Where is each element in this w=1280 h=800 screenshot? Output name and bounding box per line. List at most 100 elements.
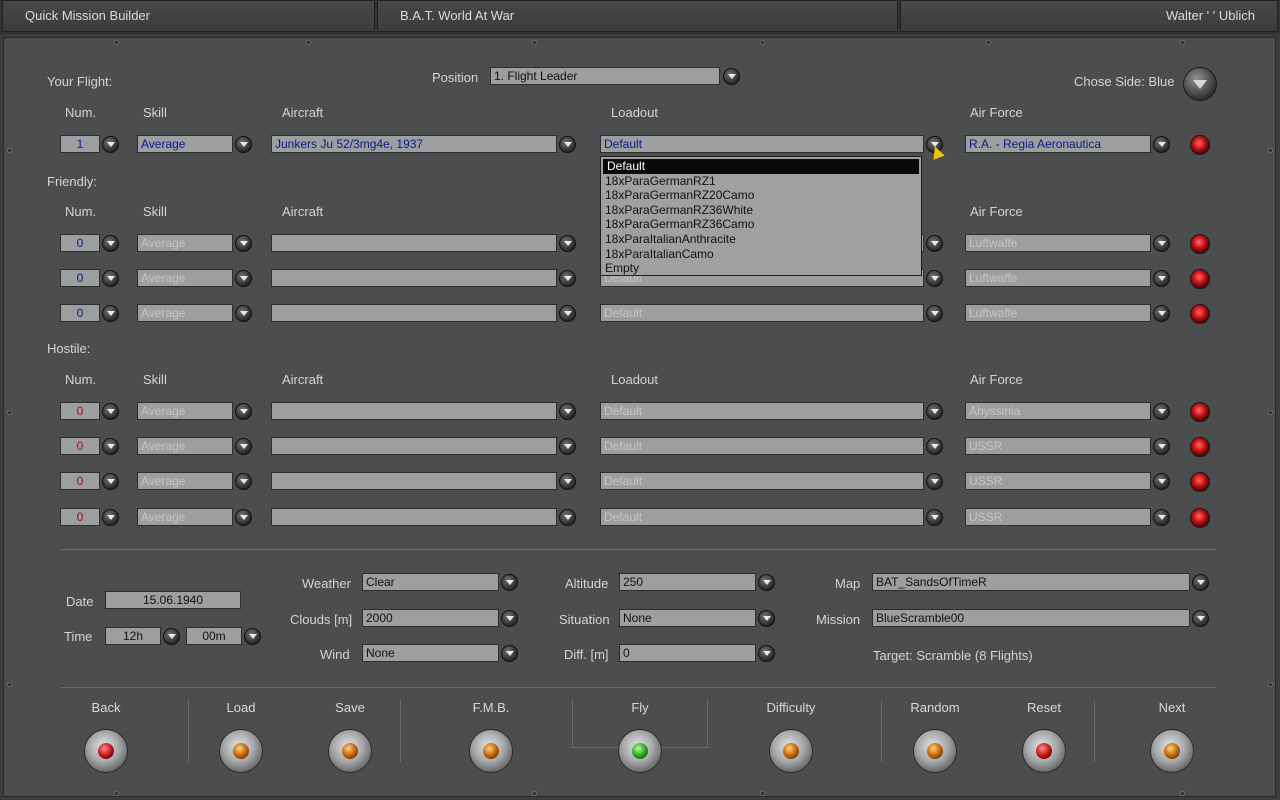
friendly-aircraft-field[interactable] xyxy=(271,234,557,252)
friendly-skill-field[interactable]: Average xyxy=(137,269,233,287)
hostile-num-field[interactable]: 0 xyxy=(60,437,100,455)
flight-num-dropdown-icon[interactable] xyxy=(102,136,119,153)
time-minute-field[interactable]: 00m xyxy=(186,627,242,645)
friendly-toggle-button[interactable] xyxy=(1190,269,1210,289)
loadout-option[interactable]: Empty xyxy=(601,261,921,276)
loadout-option[interactable]: 18xParaGermanRZ36Camo xyxy=(601,217,921,232)
loadout-option[interactable]: 18xParaGermanRZ20Camo xyxy=(601,188,921,203)
next-button[interactable] xyxy=(1150,729,1194,773)
hostile-toggle-button[interactable] xyxy=(1190,508,1210,528)
hostile-toggle-button[interactable] xyxy=(1190,402,1210,422)
difficulty-button[interactable] xyxy=(769,729,813,773)
weather-field[interactable]: Clear xyxy=(362,573,499,591)
flight-airforce-dropdown-icon[interactable] xyxy=(1153,136,1170,153)
friendly-skill-field[interactable]: Average xyxy=(137,234,233,252)
flight-skill-field[interactable]: Average xyxy=(137,135,233,153)
hostile-aircraft-field[interactable] xyxy=(271,437,557,455)
friendly-aircraft-dropdown-icon[interactable] xyxy=(559,305,576,322)
hostile-loadout-dropdown-icon[interactable] xyxy=(926,438,943,455)
hostile-toggle-button[interactable] xyxy=(1190,437,1210,457)
hostile-aircraft-dropdown-icon[interactable] xyxy=(559,509,576,526)
hostile-aircraft-field[interactable] xyxy=(271,508,557,526)
map-field[interactable]: BAT_SandsOfTimeR xyxy=(872,573,1190,591)
hostile-num-field[interactable]: 0 xyxy=(60,402,100,420)
hostile-skill-dropdown-icon[interactable] xyxy=(235,438,252,455)
save-button[interactable] xyxy=(328,729,372,773)
clouds-field[interactable]: 2000 xyxy=(362,609,499,627)
clouds-dropdown-icon[interactable] xyxy=(501,610,518,627)
hostile-airforce-field[interactable]: USSR xyxy=(965,508,1151,526)
hostile-loadout-field[interactable]: Default xyxy=(600,402,924,420)
diff-field[interactable]: 0 xyxy=(619,644,756,662)
wind-field[interactable]: None xyxy=(362,644,499,662)
hostile-skill-dropdown-icon[interactable] xyxy=(235,473,252,490)
position-dropdown-icon[interactable] xyxy=(723,68,740,85)
flight-airforce-field[interactable]: R.A. - Regia Aeronautica xyxy=(965,135,1151,153)
friendly-airforce-field[interactable]: Luftwaffe xyxy=(965,234,1151,252)
hostile-loadout-field[interactable]: Default xyxy=(600,472,924,490)
altitude-dropdown-icon[interactable] xyxy=(758,574,775,591)
choose-side-button[interactable] xyxy=(1183,67,1217,101)
friendly-loadout-field[interactable]: Default xyxy=(600,304,924,322)
flight-loadout-field[interactable]: Default xyxy=(600,135,924,153)
map-dropdown-icon[interactable] xyxy=(1192,574,1209,591)
flight-aircraft-dropdown-icon[interactable] xyxy=(559,136,576,153)
friendly-loadout-dropdown-icon[interactable] xyxy=(926,235,943,252)
hostile-airforce-field[interactable]: USSR xyxy=(965,437,1151,455)
hostile-aircraft-dropdown-icon[interactable] xyxy=(559,403,576,420)
friendly-aircraft-field[interactable] xyxy=(271,304,557,322)
hostile-skill-dropdown-icon[interactable] xyxy=(235,403,252,420)
random-button[interactable] xyxy=(913,729,957,773)
friendly-airforce-dropdown-icon[interactable] xyxy=(1153,270,1170,287)
load-button[interactable] xyxy=(219,729,263,773)
loadout-dropdown-list[interactable]: Default 18xParaGermanRZ1 18xParaGermanRZ… xyxy=(600,156,922,276)
hostile-airforce-dropdown-icon[interactable] xyxy=(1153,473,1170,490)
flight-toggle-button[interactable] xyxy=(1190,135,1210,155)
friendly-toggle-button[interactable] xyxy=(1190,234,1210,254)
reset-button[interactable] xyxy=(1022,729,1066,773)
situation-dropdown-icon[interactable] xyxy=(758,610,775,627)
friendly-airforce-field[interactable]: Luftwaffe xyxy=(965,269,1151,287)
hostile-skill-field[interactable]: Average xyxy=(137,437,233,455)
hostile-skill-field[interactable]: Average xyxy=(137,508,233,526)
hostile-num-field[interactable]: 0 xyxy=(60,472,100,490)
position-select[interactable]: 1. Flight Leader xyxy=(490,67,720,85)
hostile-aircraft-dropdown-icon[interactable] xyxy=(559,473,576,490)
friendly-num-dropdown-icon[interactable] xyxy=(102,305,119,322)
friendly-airforce-dropdown-icon[interactable] xyxy=(1153,305,1170,322)
hostile-loadout-field[interactable]: Default xyxy=(600,508,924,526)
hostile-aircraft-dropdown-icon[interactable] xyxy=(559,438,576,455)
loadout-option[interactable]: 18xParaGermanRZ36White xyxy=(601,203,921,218)
weather-dropdown-icon[interactable] xyxy=(501,574,518,591)
time-minute-dropdown-icon[interactable] xyxy=(244,628,261,645)
loadout-option-selected[interactable]: Default xyxy=(603,159,919,174)
friendly-skill-dropdown-icon[interactable] xyxy=(235,270,252,287)
fly-button[interactable] xyxy=(618,729,662,773)
friendly-skill-dropdown-icon[interactable] xyxy=(235,305,252,322)
hostile-skill-dropdown-icon[interactable] xyxy=(235,509,252,526)
friendly-aircraft-field[interactable] xyxy=(271,269,557,287)
wind-dropdown-icon[interactable] xyxy=(501,645,518,662)
flight-num-field[interactable]: 1 xyxy=(60,135,100,153)
friendly-num-field[interactable]: 0 xyxy=(60,304,100,322)
friendly-airforce-field[interactable]: Luftwaffe xyxy=(965,304,1151,322)
date-field[interactable]: 15.06.1940 xyxy=(105,591,241,609)
friendly-num-field[interactable]: 0 xyxy=(60,269,100,287)
hostile-toggle-button[interactable] xyxy=(1190,472,1210,492)
altitude-field[interactable]: 250 xyxy=(619,573,756,591)
flight-aircraft-field[interactable]: Junkers Ju 52/3mg4e, 1937 xyxy=(271,135,557,153)
friendly-loadout-dropdown-icon[interactable] xyxy=(926,305,943,322)
flight-skill-dropdown-icon[interactable] xyxy=(235,136,252,153)
mission-dropdown-icon[interactable] xyxy=(1192,610,1209,627)
hostile-loadout-dropdown-icon[interactable] xyxy=(926,473,943,490)
loadout-option[interactable]: 18xParaItalianAnthracite xyxy=(601,232,921,247)
back-button[interactable] xyxy=(84,729,128,773)
time-hour-field[interactable]: 12h xyxy=(105,627,161,645)
hostile-num-dropdown-icon[interactable] xyxy=(102,403,119,420)
hostile-num-field[interactable]: 0 xyxy=(60,508,100,526)
friendly-loadout-dropdown-icon[interactable] xyxy=(926,270,943,287)
situation-field[interactable]: None xyxy=(619,609,756,627)
hostile-num-dropdown-icon[interactable] xyxy=(102,473,119,490)
diff-dropdown-icon[interactable] xyxy=(758,645,775,662)
hostile-airforce-dropdown-icon[interactable] xyxy=(1153,403,1170,420)
